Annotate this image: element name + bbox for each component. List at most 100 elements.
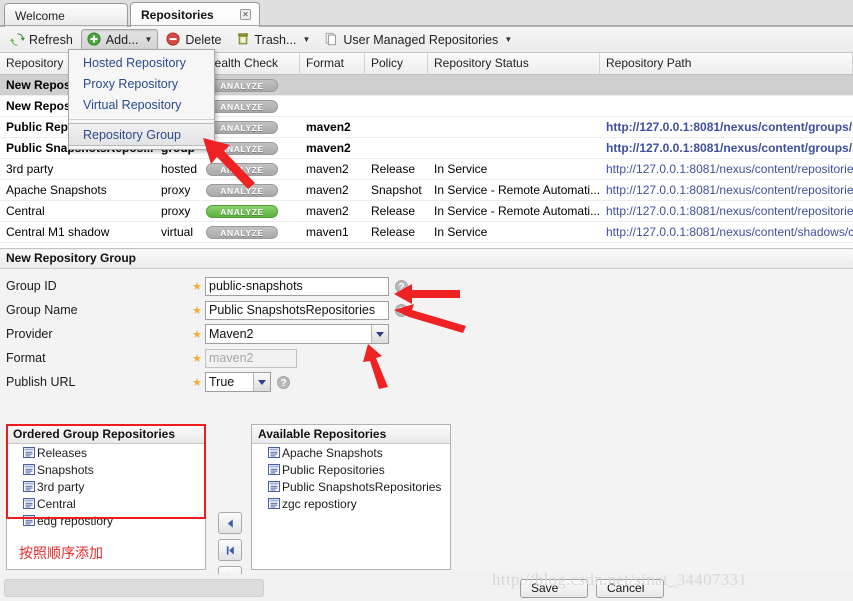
analyze-badge[interactable]: ANALYZE: [206, 226, 278, 239]
column-header-health-check[interactable]: Health Check: [200, 53, 300, 74]
save-button[interactable]: Save: [520, 579, 588, 598]
column-header-format[interactable]: Format: [300, 53, 365, 74]
cell-policy: [365, 138, 428, 158]
available-list-items: Apache Snapshots Public Repositories Publi…: [252, 444, 450, 512]
repository-icon: [268, 481, 280, 492]
menu-item-virtual-repository[interactable]: Virtual Repository: [69, 95, 214, 116]
column-header-repository-path[interactable]: Repository Path: [600, 53, 853, 74]
cell-health-check: ANALYZE: [200, 222, 300, 242]
available-repositories-list[interactable]: Available Repositories Apache Snapshots P…: [251, 424, 451, 570]
required-star-icon: ★: [192, 280, 202, 293]
repository-icon: [23, 481, 35, 492]
field-row-publish-url: Publish URL ★ True ?: [0, 370, 853, 394]
cell-repository-path: http://127.0.0.1:8081/nexus/content/grou…: [606, 141, 853, 155]
repository-icon: [268, 447, 280, 458]
list-item-label: Central: [37, 496, 76, 511]
delete-button[interactable]: Delete: [160, 29, 227, 51]
chevron-down-icon[interactable]: [371, 325, 388, 343]
list-item[interactable]: Snapshots: [7, 461, 205, 478]
available-list-title: Available Repositories: [252, 425, 450, 444]
cell-repository: Apache Snapshots: [6, 183, 107, 197]
tab-repositories[interactable]: Repositories ✕: [130, 2, 260, 27]
cell-repository-status: In Service: [434, 162, 488, 176]
list-item[interactable]: Public SnapshotsRepositories: [252, 478, 450, 495]
user-managed-repositories-label: User Managed Repositories: [343, 32, 499, 47]
group-id-label: Group ID: [6, 279, 57, 293]
required-star-icon: ★: [192, 352, 202, 365]
provider-select[interactable]: Maven2: [205, 324, 389, 344]
cell-repository: Central: [6, 204, 45, 218]
list-item[interactable]: edg repostiory: [7, 512, 205, 529]
refresh-button[interactable]: Refresh: [4, 29, 79, 51]
user-managed-repositories-button[interactable]: User Managed Repositories ▼: [318, 29, 518, 51]
tab-repositories-label: Repositories: [141, 8, 214, 22]
ordered-group-repositories-list[interactable]: Ordered Group Repositories Releases Snaps…: [6, 424, 206, 570]
table-row[interactable]: Central M1 shadow virtual ANALYZE maven1 Rel…: [0, 222, 853, 243]
menu-item-repository-group[interactable]: Repository Group: [69, 123, 214, 146]
cell-type: hosted: [161, 162, 198, 176]
chevron-down-icon[interactable]: [253, 373, 270, 391]
list-item[interactable]: Releases: [7, 444, 205, 461]
repository-icon: [268, 498, 280, 509]
cell-repository-path: http://127.0.0.1:8081/nexus/content/repo…: [606, 204, 853, 218]
move-left-button[interactable]: [218, 512, 242, 534]
repository-icon: [23, 464, 35, 475]
list-item[interactable]: Public Repositories: [252, 461, 450, 478]
help-icon[interactable]: ?: [277, 375, 290, 389]
refresh-label: Refresh: [29, 32, 73, 47]
table-row[interactable]: Central proxy ANALYZE maven2 Release In Servi…: [0, 201, 853, 222]
required-star-icon: ★: [192, 328, 202, 341]
add-label: Add...: [105, 32, 139, 47]
add-button[interactable]: Add... ▼: [80, 28, 159, 51]
list-item-label: 3rd party: [37, 479, 85, 494]
cell-health-check: ANALYZE: [200, 75, 300, 95]
list-item[interactable]: 3rd party: [7, 478, 205, 495]
cell-format: [300, 75, 365, 95]
required-star-icon: ★: [192, 376, 202, 389]
list-item[interactable]: Apache Snapshots: [252, 444, 450, 461]
list-item-label: Releases: [37, 445, 88, 460]
repository-transfer-lists: Ordered Group Repositories Releases Snaps…: [6, 424, 451, 588]
list-item[interactable]: zgc repostiory: [252, 495, 450, 512]
repository-icon: [23, 498, 35, 509]
group-id-input[interactable]: [205, 276, 389, 296]
format-label: Format: [6, 351, 46, 365]
publish-url-select[interactable]: True: [205, 372, 271, 392]
cell-repository: Central M1 shadow: [6, 225, 110, 239]
menu-item-hosted-repository[interactable]: Hosted Repository: [69, 53, 214, 74]
cell-policy: [365, 117, 428, 137]
menu-item-proxy-repository[interactable]: Proxy Repository: [69, 74, 214, 95]
analyze-badge[interactable]: ANALYZE: [206, 79, 278, 92]
group-name-input[interactable]: [205, 300, 389, 320]
table-row[interactable]: Apache Snapshots proxy ANALYZE maven2 Snapsh…: [0, 180, 853, 201]
cell-policy: Release: [371, 162, 416, 176]
publish-url-selected-value: True: [209, 375, 235, 389]
tab-bar: Welcome Repositories ✕: [0, 0, 853, 27]
cell-type: proxy: [161, 204, 191, 218]
repository-icon: [23, 515, 35, 526]
list-item-label: Snapshots: [37, 462, 94, 477]
move-all-left-button[interactable]: [218, 539, 242, 561]
list-item[interactable]: Central: [7, 495, 205, 512]
cell-type: proxy: [161, 183, 191, 197]
column-header-policy[interactable]: Policy: [365, 53, 428, 74]
cell-repository-path: [600, 75, 853, 95]
cell-format: maven2: [306, 204, 349, 218]
close-icon[interactable]: ✕: [240, 9, 251, 20]
publish-url-label: Publish URL: [6, 375, 76, 389]
tab-welcome-label: Welcome: [15, 8, 65, 23]
cancel-button[interactable]: Cancel: [596, 579, 664, 598]
cell-repository-status: [428, 117, 600, 137]
field-row-format: Format ★: [0, 346, 853, 370]
analyze-badge[interactable]: ANALYZE: [206, 100, 278, 113]
chevron-down-icon: ▼: [302, 35, 311, 44]
repository-icon: [23, 447, 35, 458]
column-header-repository-status[interactable]: Repository Status: [428, 53, 600, 74]
cell-repository-path: http://127.0.0.1:8081/nexus/content/shad…: [606, 225, 853, 239]
table-row[interactable]: 3rd partyhostedANALYZEmaven2ReleaseIn Se…: [0, 159, 853, 180]
tab-welcome[interactable]: Welcome: [4, 3, 128, 27]
cell-health-check: ANALYZE: [200, 96, 300, 116]
trash-button[interactable]: Trash... ▼: [230, 29, 317, 51]
analyze-badge[interactable]: ANALYZE: [206, 205, 278, 218]
delete-icon: [166, 32, 181, 47]
